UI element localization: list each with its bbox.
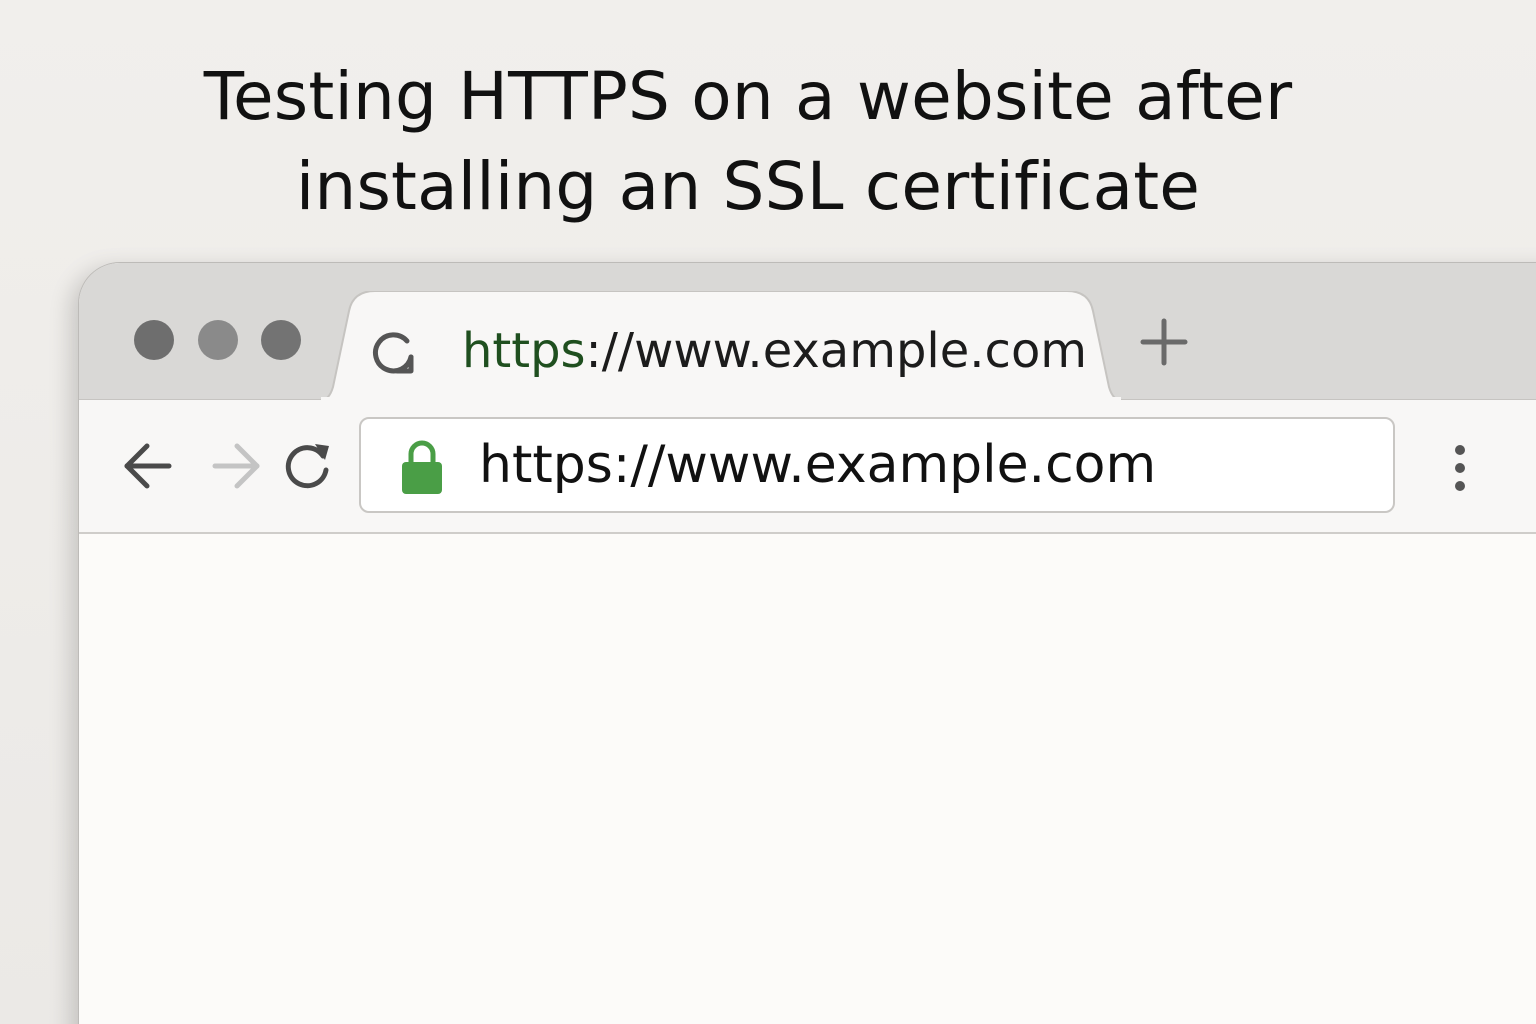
page-content (79, 534, 1536, 1024)
url-input[interactable] (479, 433, 1359, 497)
tab-title-rest: ://www.example.com (585, 323, 1088, 379)
tab-title-scheme: https (462, 323, 586, 379)
reload-icon[interactable] (279, 438, 335, 494)
arrow-left-icon[interactable] (119, 438, 175, 494)
loading-spinner-icon (373, 332, 414, 374)
caption: Testing HTTPS on a website after install… (0, 52, 1496, 232)
tab-active[interactable]: https://www.example.com (319, 291, 1123, 403)
more-vertical-icon[interactable] (1445, 440, 1475, 496)
tab-title: https://www.example.com (462, 321, 1087, 381)
window-maximize-button[interactable] (261, 320, 301, 360)
lock-icon (402, 440, 442, 494)
window-minimize-button[interactable] (198, 320, 238, 360)
caption-line-1: Testing HTTPS on a website after (203, 58, 1293, 135)
address-bar[interactable] (359, 417, 1395, 513)
browser-window: https://www.example.com (78, 262, 1536, 1024)
window-close-button[interactable] (134, 320, 174, 360)
tab-strip: https://www.example.com (79, 263, 1536, 403)
arrow-right-icon[interactable] (209, 438, 265, 494)
page: Testing HTTPS on a website after install… (0, 0, 1536, 1024)
caption-line-2: installing an SSL certificate (295, 148, 1201, 225)
toolbar (79, 400, 1536, 534)
plus-icon[interactable] (1139, 317, 1189, 367)
